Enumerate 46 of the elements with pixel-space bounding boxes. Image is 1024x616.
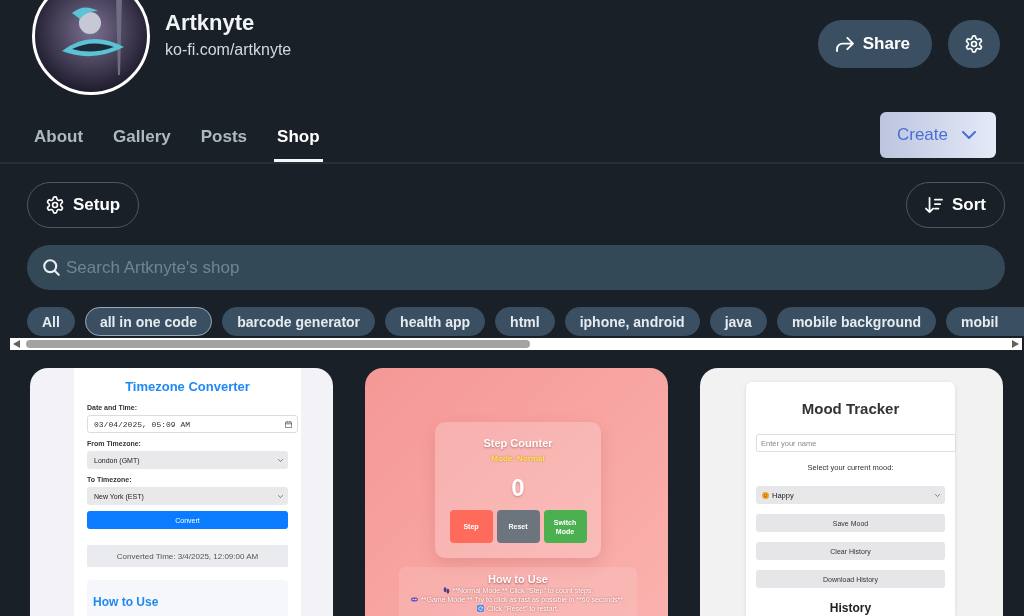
sort-icon bbox=[925, 197, 943, 213]
search-icon bbox=[43, 259, 60, 276]
filter-chip[interactable]: health app bbox=[385, 307, 486, 336]
chevron-down-icon bbox=[278, 458, 283, 462]
share-icon bbox=[835, 36, 854, 52]
scrollbar-thumb[interactable] bbox=[26, 340, 530, 348]
filter-chip[interactable]: barcode generator bbox=[222, 307, 376, 336]
tab[interactable]: Gallery bbox=[110, 112, 174, 162]
date-time-field[interactable]: 03/04/2025, 05:09 AM bbox=[87, 415, 298, 433]
tab[interactable]: About bbox=[31, 112, 87, 162]
mode-label: Mode: Normal bbox=[491, 454, 545, 464]
app-title: Mood Tracker bbox=[800, 400, 901, 418]
horizontal-scrollbar[interactable] bbox=[10, 338, 1022, 350]
filter-chip[interactable]: java bbox=[709, 307, 767, 336]
profile-url: ko-fi.com/artknyte bbox=[165, 40, 292, 60]
chevron-down-icon bbox=[962, 131, 976, 139]
filter-chip[interactable]: iphone, android bbox=[564, 307, 700, 336]
help-heading: How to Use bbox=[488, 572, 548, 586]
result-box: Converted Time: 3/4/2025, 12:09:00 AM bbox=[87, 545, 288, 567]
app-title: Step Counter bbox=[483, 436, 553, 450]
tab[interactable]: Posts bbox=[197, 112, 251, 162]
chevron-down-icon bbox=[935, 493, 940, 497]
search-field[interactable]: Search Artknyte's shop bbox=[27, 245, 1005, 290]
settings-button[interactable] bbox=[948, 20, 1000, 68]
app-title: Timezone Converter bbox=[124, 379, 251, 395]
filter-chip[interactable]: All bbox=[27, 307, 75, 336]
calendar-icon bbox=[285, 420, 292, 428]
history-heading: History bbox=[828, 601, 873, 615]
settings-icon bbox=[46, 196, 64, 214]
scroll-left-icon[interactable] bbox=[13, 340, 20, 348]
filter-chip[interactable]: all in one code bbox=[84, 307, 213, 336]
settings-icon bbox=[965, 35, 983, 53]
tab[interactable]: Shop bbox=[274, 112, 323, 162]
filter-chip[interactable]: mobile background bbox=[776, 307, 937, 336]
refresh-icon bbox=[477, 605, 485, 612]
footprints-icon bbox=[442, 587, 450, 594]
scroll-right-icon[interactable] bbox=[1012, 340, 1019, 348]
help-heading: How to Use bbox=[93, 595, 159, 609]
step-count: 0 bbox=[511, 475, 525, 501]
gamepad-icon bbox=[411, 596, 419, 603]
share-button[interactable]: Share bbox=[817, 20, 932, 68]
filter-chip[interactable]: mobil bbox=[946, 307, 1024, 336]
filter-chip[interactable]: html bbox=[495, 307, 555, 336]
profile-name: Artknyte bbox=[165, 9, 256, 37]
chevron-down-icon bbox=[278, 494, 283, 498]
smiley-icon bbox=[762, 491, 769, 499]
